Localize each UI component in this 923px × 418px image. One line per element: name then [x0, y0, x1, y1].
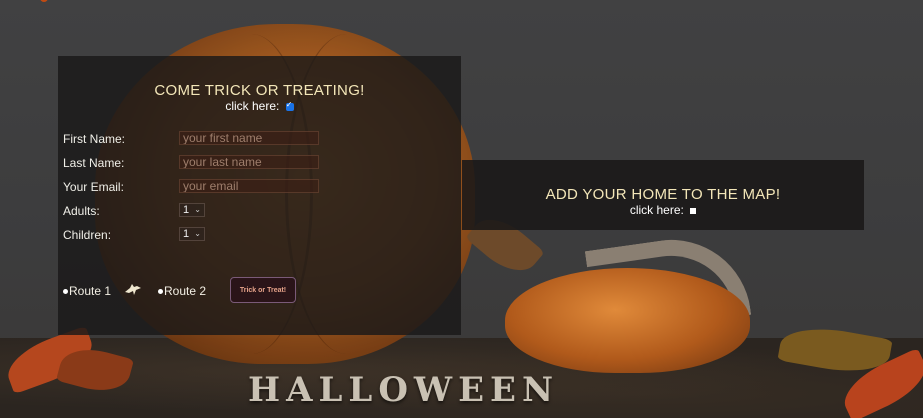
home-toggle-label: click here:	[629, 203, 684, 217]
email-row: Your Email:	[63, 180, 124, 194]
route-1-option[interactable]: Route 1	[63, 284, 111, 298]
email-input[interactable]	[179, 179, 319, 193]
trick-or-treat-panel: COME TRICK OR TREATING! click here: Firs…	[58, 56, 461, 335]
last-name-label: Last Name:	[63, 156, 125, 170]
first-name-input[interactable]	[179, 131, 319, 145]
last-name-input[interactable]	[179, 155, 319, 169]
route-2-label: Route 2	[164, 284, 207, 298]
children-select[interactable]: 1 ⌄	[179, 227, 205, 241]
trick-or-treat-button[interactable]: Trick or Treat!	[230, 277, 296, 303]
crow-icon	[125, 284, 141, 295]
small-pumpkin-image	[505, 268, 750, 373]
first-name-label: First Name:	[63, 132, 126, 146]
children-row: Children:	[63, 228, 111, 242]
trick-toggle-label: click here:	[225, 99, 280, 113]
last-name-row: Last Name:	[63, 156, 124, 170]
adults-value: 1	[183, 204, 190, 216]
adults-select[interactable]: 1 ⌄	[179, 203, 205, 217]
route-1-label: Route 1	[69, 284, 112, 298]
first-name-row: First Name:	[63, 132, 125, 146]
chevron-down-icon: ⌄	[194, 229, 201, 238]
halloween-letters: HALLOWEEN	[248, 370, 560, 410]
radio-dot-icon	[63, 289, 68, 295]
children-value: 1	[183, 228, 190, 240]
add-home-panel: ADD YOUR HOME TO THE MAP! click here:	[462, 160, 864, 230]
trick-toggle-checkbox[interactable]	[285, 100, 294, 111]
home-toggle-checkbox[interactable]	[690, 207, 697, 214]
trick-panel-title: COME TRICK OR TREATING!	[154, 82, 365, 99]
trick-toggle-row: click here:	[58, 99, 461, 113]
children-label: Children:	[63, 228, 112, 242]
adults-row: Adults:	[63, 204, 100, 218]
adults-label: Adults:	[63, 204, 100, 218]
add-home-title: ADD YOUR HOME TO THE MAP!	[545, 186, 781, 203]
email-label: Your Email:	[63, 180, 124, 194]
route-2-option[interactable]: Route 2	[158, 284, 206, 298]
chevron-down-icon: ⌄	[194, 205, 201, 214]
home-toggle-row: click here:	[462, 203, 864, 217]
radio-dot-icon	[158, 289, 163, 295]
